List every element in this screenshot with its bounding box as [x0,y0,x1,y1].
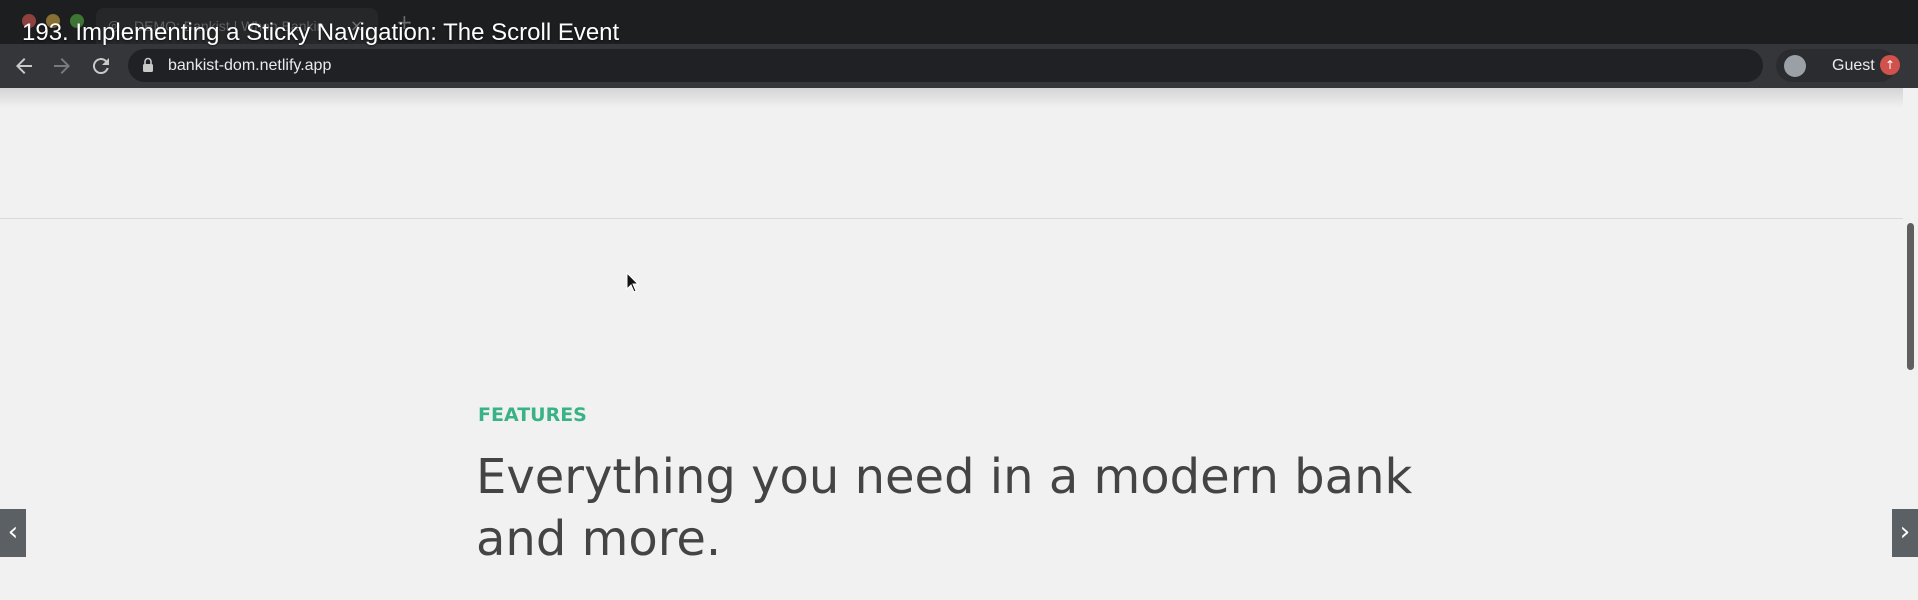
section-title: Everything you need in a modern bank and… [476,449,1413,567]
reload-icon[interactable] [89,54,113,78]
back-arrow-icon[interactable] [12,54,36,78]
address-bar[interactable]: bankist-dom.netlify.app [128,49,1763,82]
section-label: FEATURES [478,404,587,426]
profile-avatar-icon [1784,55,1806,77]
lock-icon [142,57,154,73]
next-arrow-button[interactable]: › [1892,509,1918,557]
browser-toolbar: bankist-dom.netlify.app Guest [0,44,1918,88]
url-text[interactable]: bankist-dom.netlify.app [168,57,331,75]
update-icon[interactable]: ↑ [1880,55,1900,75]
mouse-cursor-icon [626,271,640,294]
nav-shadow [0,88,1918,108]
screen: ◎ DEMO: Bankist | When Bankin × + bankis… [0,0,1918,600]
forward-arrow-icon[interactable] [50,54,74,78]
previous-arrow-button[interactable]: ‹ [0,509,26,557]
video-title-overlay: 193. Implementing a Sticky Navigation: T… [22,19,620,46]
profile-button[interactable]: Guest [1776,49,1896,82]
scrollbar-thumb[interactable] [1907,223,1914,370]
section-divider [0,218,1905,219]
profile-label: Guest [1832,57,1875,74]
